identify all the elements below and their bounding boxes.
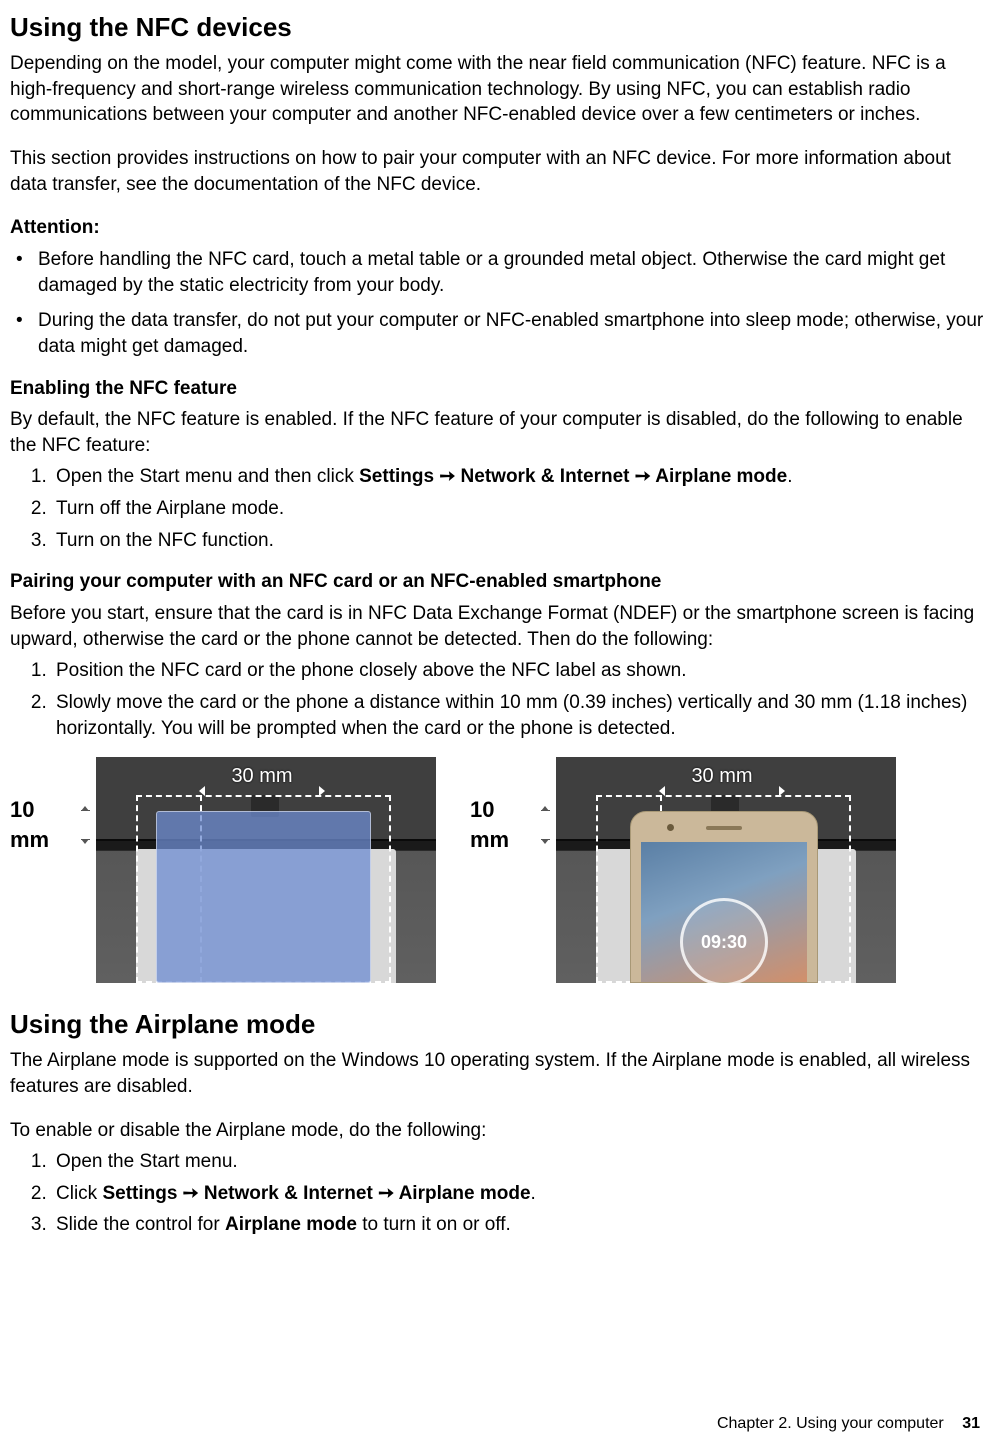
- enable-heading: Enabling the NFC feature: [10, 376, 990, 402]
- airplane-step: Slide the control for Airplane mode to t…: [52, 1212, 990, 1238]
- v-measure-label: 10 mm: [10, 795, 77, 854]
- h-measure-label: 30 mm: [691, 763, 752, 790]
- airplane-steps: Open the Start menu. Click Settings ➙ Ne…: [10, 1149, 990, 1238]
- v-measure-bracket-icon: [539, 810, 552, 840]
- step-text: Click: [56, 1183, 102, 1204]
- attention-item: During the data transfer, do not put you…: [10, 308, 990, 359]
- enable-intro: By default, the NFC feature is enabled. …: [10, 407, 990, 458]
- airplane-step: Open the Start menu.: [52, 1149, 990, 1175]
- pairing-intro: Before you start, ensure that the card i…: [10, 601, 990, 652]
- step-bold: Airplane mode: [225, 1214, 357, 1235]
- nfc-card: [156, 811, 371, 983]
- phone-clock-widget: 09:30: [680, 898, 768, 983]
- heading-nfc: Using the NFC devices: [10, 10, 990, 45]
- attention-label: Attention:: [10, 215, 990, 241]
- v-measure-label: 10 mm: [470, 795, 537, 854]
- phone-screen: 09:30: [641, 842, 807, 982]
- h-measure: 30 mm: [662, 763, 782, 789]
- attention-item: Before handling the NFC card, touch a me…: [10, 247, 990, 298]
- step-path: Settings ➙ Network & Internet ➙ Airplane…: [359, 466, 787, 487]
- nfc-para1: Depending on the model, your computer mi…: [10, 51, 990, 128]
- pairing-step: Position the NFC card or the phone close…: [52, 658, 990, 684]
- airplane-para2: To enable or disable the Airplane mode, …: [10, 1118, 990, 1144]
- nfc-para2: This section provides instructions on ho…: [10, 146, 990, 197]
- enable-step: Open the Start menu and then click Setti…: [52, 464, 990, 490]
- pairing-steps: Position the NFC card or the phone close…: [10, 658, 990, 741]
- pairing-heading: Pairing your computer with an NFC card o…: [10, 569, 990, 595]
- step-suffix: .: [787, 466, 792, 487]
- attention-list: Before handling the NFC card, touch a me…: [10, 247, 990, 360]
- phone-camera-icon: [667, 824, 674, 831]
- airplane-step: Click Settings ➙ Network & Internet ➙ Ai…: [52, 1181, 990, 1207]
- heading-airplane: Using the Airplane mode: [10, 1007, 990, 1042]
- h-measure-label: 30 mm: [231, 763, 292, 790]
- h-measure: 30 mm: [202, 763, 322, 789]
- nfc-smartphone: 09:30: [630, 811, 818, 983]
- step-path: Settings ➙ Network & Internet ➙ Airplane…: [102, 1183, 530, 1204]
- enable-steps: Open the Start menu and then click Setti…: [10, 464, 990, 553]
- figure-nfc-card: 10 mm 30 mm: [10, 757, 440, 983]
- step-text: Slide the control for: [56, 1214, 225, 1235]
- step-suffix: to turn it on or off.: [357, 1214, 511, 1235]
- step-text: Open the Start menu and then click: [56, 466, 359, 487]
- page-footer: Chapter 2. Using your computer 31: [717, 1413, 980, 1435]
- airplane-para1: The Airplane mode is supported on the Wi…: [10, 1048, 990, 1099]
- step-suffix: .: [531, 1183, 536, 1204]
- nfc-figures: 10 mm 30 mm 10 mm: [10, 757, 990, 983]
- footer-page-number: 31: [962, 1415, 980, 1432]
- footer-chapter: Chapter 2. Using your computer: [717, 1415, 944, 1432]
- enable-step: Turn off the Airplane mode.: [52, 496, 990, 522]
- pairing-step: Slowly move the card or the phone a dist…: [52, 690, 990, 741]
- enable-step: Turn on the NFC function.: [52, 528, 990, 554]
- phone-speaker-icon: [706, 826, 742, 830]
- v-measure-bracket-icon: [79, 810, 92, 840]
- figure-nfc-phone: 10 mm 09:30 30 mm: [470, 757, 900, 983]
